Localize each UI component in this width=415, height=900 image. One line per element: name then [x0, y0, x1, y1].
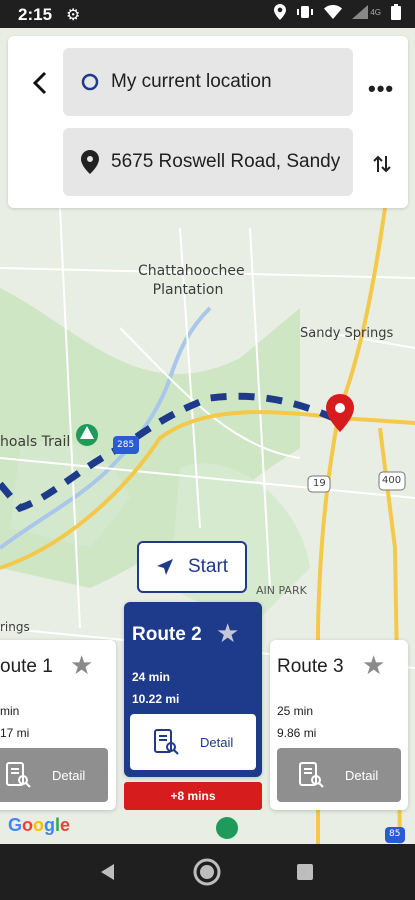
signal-icon: 4G: [352, 5, 381, 19]
system-nav-bar: [0, 844, 415, 900]
route-3-name: Route 3: [277, 656, 344, 677]
route-card-2[interactable]: Route 2 ★ 24 min 10.22 mi Detail: [124, 602, 262, 777]
destination-field[interactable]: 5675 Roswell Road, Sandy: [63, 128, 353, 196]
route-2-distance: 10.22 mi: [132, 692, 180, 706]
route-2-detail-icon: [154, 729, 179, 755]
route-2-extra-time-badge: +8 mins: [124, 782, 262, 810]
nav-home-icon[interactable]: [192, 857, 222, 887]
status-time: 2:15: [18, 5, 53, 24]
map-label-sandy-springs: Sandy Springs: [300, 326, 394, 341]
hw-400-label: 400: [382, 475, 402, 486]
route-2-star-icon[interactable]: ★: [216, 618, 239, 649]
route-1-detail-button[interactable]: Detail: [0, 748, 108, 802]
settings-gear-icon: ⚙: [66, 7, 81, 24]
vibrate-icon: [297, 6, 314, 18]
route-card-1[interactable]: oute 1 ★ min 17 mi Detail: [0, 640, 116, 810]
route-1-name: oute 1: [0, 656, 53, 677]
hw-19-label: 19: [313, 478, 326, 489]
status-icons: 4G: [274, 4, 401, 20]
map-label-park: AIN PARK: [256, 584, 307, 597]
status-bar: 2:15 ⚙ 4G: [0, 0, 415, 28]
route-1-star-icon[interactable]: ★: [70, 650, 93, 681]
route-2-time: 24 min: [132, 670, 171, 684]
destination-text: 5675 Roswell Road, Sandy: [111, 151, 341, 172]
park-marker-icon: [76, 424, 98, 446]
location-status-icon: [274, 4, 287, 20]
destination-pin-field-icon: [79, 150, 101, 174]
navigation-arrow-icon: [156, 559, 173, 575]
map-label-plantation: Chattahoochee Plantation: [138, 263, 245, 298]
route-search-panel: My current location 5675 Roswell Road, S…: [8, 36, 408, 208]
origin-field[interactable]: My current location: [63, 48, 353, 116]
origin-text: My current location: [111, 71, 272, 92]
google-logo: Google: [8, 815, 71, 835]
start-navigation-button[interactable]: Start: [137, 541, 247, 593]
route-3-detail-icon: [299, 762, 324, 788]
hw-85-label: 85: [389, 829, 401, 839]
route-2-detail-button[interactable]: Detail: [130, 714, 256, 770]
route-2-name: Route 2: [132, 624, 202, 645]
battery-icon: [391, 4, 401, 20]
route-1-distance: 17 mi: [0, 726, 30, 740]
network-label: 4G: [370, 7, 381, 17]
route-2-detail-label: Detail: [200, 734, 234, 750]
route-3-distance: 9.86 mi: [277, 726, 317, 740]
nav-recents-icon[interactable]: [296, 863, 314, 881]
hw-285-label: 285: [117, 440, 135, 450]
start-label: Start: [187, 556, 229, 577]
route-3-detail-label: Detail: [345, 767, 379, 783]
route-card-3[interactable]: Route 3 ★ 25 min 9.86 mi Detail: [270, 640, 408, 810]
route-3-star-icon[interactable]: ★: [362, 650, 385, 681]
origin-circle-icon: [79, 71, 101, 93]
route-1-detail-icon: [6, 762, 31, 788]
park-marker-bottom-icon: [216, 817, 238, 839]
wifi-icon: [324, 5, 343, 19]
more-options-icon[interactable]: •••: [368, 76, 394, 102]
swap-route-icon[interactable]: [370, 152, 394, 176]
back-arrow-icon[interactable]: [26, 68, 56, 98]
nav-back-icon[interactable]: [98, 862, 118, 882]
route-3-time: 25 min: [277, 704, 314, 718]
route-1-detail-label: Detail: [52, 767, 86, 783]
map-label-springs: rings: [0, 620, 30, 634]
map-label-trail: hoals Trail: [0, 434, 71, 450]
route-1-time: min: [0, 704, 20, 718]
route-3-detail-button[interactable]: Detail: [277, 748, 401, 802]
